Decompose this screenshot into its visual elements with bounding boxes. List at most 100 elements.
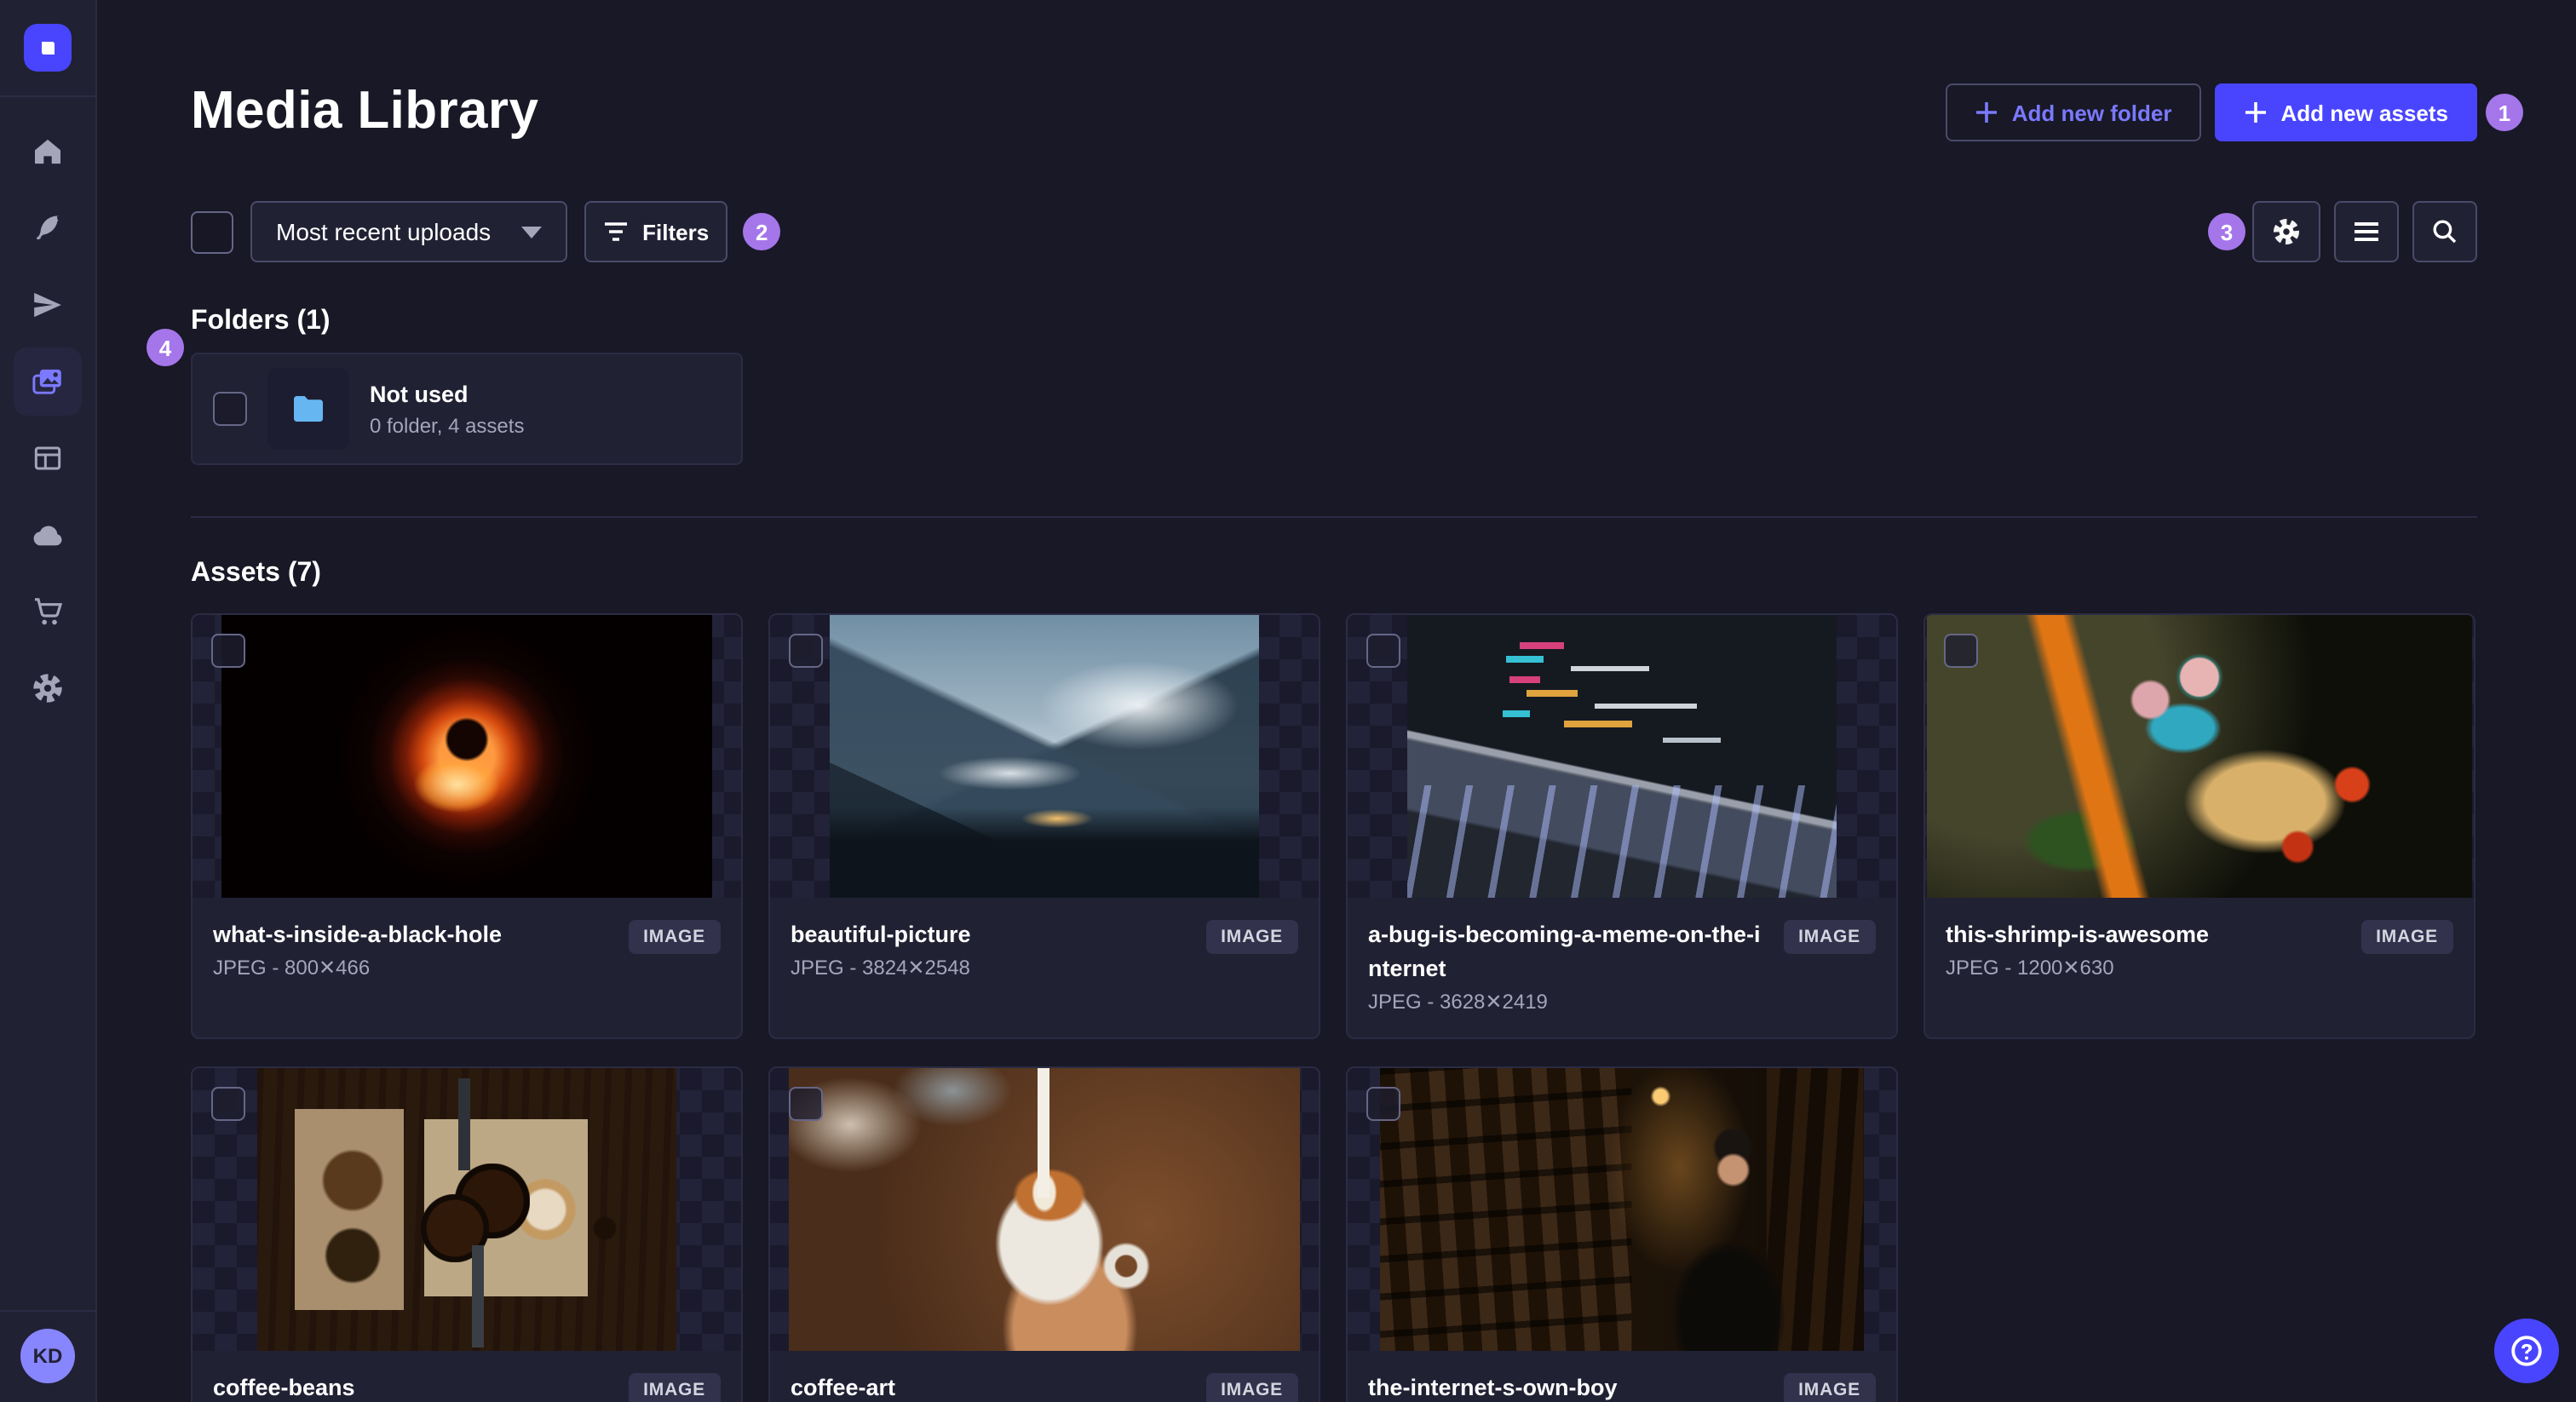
asset-type-badge: IMAGE: [1783, 920, 1876, 954]
folder-checkbox[interactable]: [213, 392, 247, 426]
asset-thumbnail: [1348, 1068, 1896, 1351]
asset-card[interactable]: beautiful-picture JPEG - 3824✕2548 IMAGE: [768, 613, 1320, 1039]
asset-meta: JPEG - 1200✕630: [1946, 956, 2114, 980]
sidebar-item-layout[interactable]: [14, 424, 82, 492]
question-mark-icon: [2511, 1336, 2542, 1366]
strapi-logo-mark: [42, 42, 55, 55]
help-button[interactable]: [2494, 1319, 2559, 1383]
filters-button[interactable]: Filters: [584, 201, 728, 262]
folder-name: Not used: [370, 382, 469, 407]
section-divider: [191, 516, 2477, 518]
sort-dropdown[interactable]: Most recent uploads: [250, 201, 568, 262]
asset-grid: what-s-inside-a-black-hole JPEG - 800✕46…: [191, 613, 2477, 1402]
images-icon: [29, 363, 66, 400]
asset-title: this-shrimp-is-awesome: [1946, 922, 2210, 947]
gear-icon: [31, 671, 65, 705]
cart-icon: [31, 595, 65, 629]
folders-heading: Folders (1): [191, 307, 331, 336]
asset-image: [830, 615, 1259, 898]
folder-list: Not used 0 folder, 4 assets: [191, 353, 2477, 465]
asset-image: [789, 1068, 1300, 1351]
sidebar-item-cloud[interactable]: [14, 501, 82, 569]
chevron-down-icon: [521, 226, 543, 238]
asset-card[interactable]: coffee-beans JPEG - 5021✕3347 IMAGE: [191, 1066, 743, 1402]
asset-type-badge: IMAGE: [2360, 920, 2453, 954]
sidebar-bottom-divider: [0, 1310, 95, 1312]
asset-card[interactable]: this-shrimp-is-awesome JPEG - 1200✕630 I…: [1923, 613, 2475, 1039]
asset-image: [1407, 615, 1837, 898]
asset-thumbnail: [193, 1068, 741, 1351]
asset-type-badge: IMAGE: [1205, 920, 1298, 954]
folders-section: Folders (1) 4 Not used 0 folder, 4 asset…: [147, 307, 2477, 465]
gear-icon: [2274, 219, 2299, 244]
sidebar-item-feather[interactable]: [14, 194, 82, 262]
asset-type-badge: IMAGE: [628, 920, 721, 954]
page-title: Media Library: [191, 80, 539, 140]
strapi-logo[interactable]: [24, 24, 72, 72]
search-icon: [2433, 220, 2457, 244]
assets-section: Assets (7) what-s-inside-a-black-hole JP…: [191, 559, 2477, 1402]
annotation-badge-3: 3: [2208, 213, 2245, 250]
asset-checkbox[interactable]: [1366, 1087, 1400, 1121]
annotation-badge-4: 4: [147, 329, 184, 366]
folder-card[interactable]: Not used 0 folder, 4 assets: [191, 353, 743, 465]
search-button[interactable]: [2412, 201, 2477, 262]
asset-checkbox[interactable]: [789, 634, 823, 668]
asset-title: what-s-inside-a-black-hole: [213, 922, 503, 947]
asset-title: beautiful-picture: [791, 922, 971, 947]
media-settings-button[interactable]: [2252, 201, 2320, 262]
sidebar: KD: [0, 0, 97, 1402]
sidebar-item-images[interactable]: [14, 348, 82, 416]
asset-card[interactable]: coffee-art JPEG - 5824✕3259 IMAGE: [768, 1066, 1320, 1402]
asset-thumbnail: [770, 615, 1319, 898]
filter-icon: [605, 222, 628, 241]
asset-title: coffee-beans: [213, 1375, 355, 1400]
asset-meta: JPEG - 3824✕2548: [791, 956, 970, 980]
home-icon: [31, 135, 65, 169]
toolbar: Most recent uploads Filters 2 3: [191, 201, 2477, 262]
sidebar-item-home[interactable]: [14, 118, 82, 186]
asset-thumbnail: [193, 615, 741, 898]
annotation-badge-1: 1: [2486, 94, 2523, 131]
asset-image: [221, 615, 712, 898]
asset-image: [1927, 615, 2472, 898]
asset-title: a-bug-is-becoming-a-meme-on-the-internet: [1368, 922, 1761, 981]
asset-meta: JPEG - 800✕466: [213, 956, 371, 980]
paper-plane-icon: [31, 288, 65, 322]
user-avatar[interactable]: KD: [20, 1329, 75, 1383]
annotation-badge-2: 2: [743, 213, 781, 250]
asset-title: the-internet-s-own-boy: [1368, 1375, 1618, 1400]
list-view-button[interactable]: [2334, 201, 2399, 262]
asset-meta: JPEG - 3628✕2419: [1368, 990, 1548, 1014]
asset-checkbox[interactable]: [1944, 634, 1978, 668]
asset-checkbox[interactable]: [789, 1087, 823, 1121]
plus-icon: [1975, 102, 1997, 123]
add-new-assets-button[interactable]: Add new assets: [2214, 83, 2477, 141]
asset-title: coffee-art: [791, 1375, 896, 1400]
sidebar-item-paper-plane[interactable]: [14, 271, 82, 339]
sort-dropdown-value: Most recent uploads: [276, 218, 492, 245]
asset-thumbnail: [1348, 615, 1896, 898]
add-new-assets-label: Add new assets: [2280, 100, 2448, 125]
list-icon: [2355, 222, 2378, 241]
sidebar-item-gear[interactable]: [14, 654, 82, 722]
asset-thumbnail: [770, 1068, 1319, 1351]
asset-image: [257, 1068, 676, 1351]
asset-card[interactable]: what-s-inside-a-black-hole JPEG - 800✕46…: [191, 613, 743, 1039]
asset-checkbox[interactable]: [211, 634, 245, 668]
add-new-folder-button[interactable]: Add new folder: [1945, 83, 2201, 141]
asset-checkbox[interactable]: [1366, 634, 1400, 668]
add-new-folder-label: Add new folder: [2011, 100, 2172, 125]
assets-heading: Assets (7): [191, 559, 321, 588]
main-content: Media Library Add new folder Add new ass…: [97, 0, 2576, 1402]
asset-card[interactable]: a-bug-is-becoming-a-meme-on-the-internet…: [1346, 613, 1898, 1039]
sidebar-item-cart[interactable]: [14, 577, 82, 646]
sidebar-nav: [14, 97, 82, 1310]
asset-type-badge: IMAGE: [1783, 1373, 1876, 1402]
plus-icon: [2245, 102, 2266, 123]
feather-icon: [31, 211, 65, 245]
select-all-checkbox[interactable]: [191, 210, 233, 253]
asset-card[interactable]: the-internet-s-own-boy JPEG - 1200✕707 I…: [1346, 1066, 1898, 1402]
folder-icon: [294, 396, 323, 422]
asset-checkbox[interactable]: [211, 1087, 245, 1121]
